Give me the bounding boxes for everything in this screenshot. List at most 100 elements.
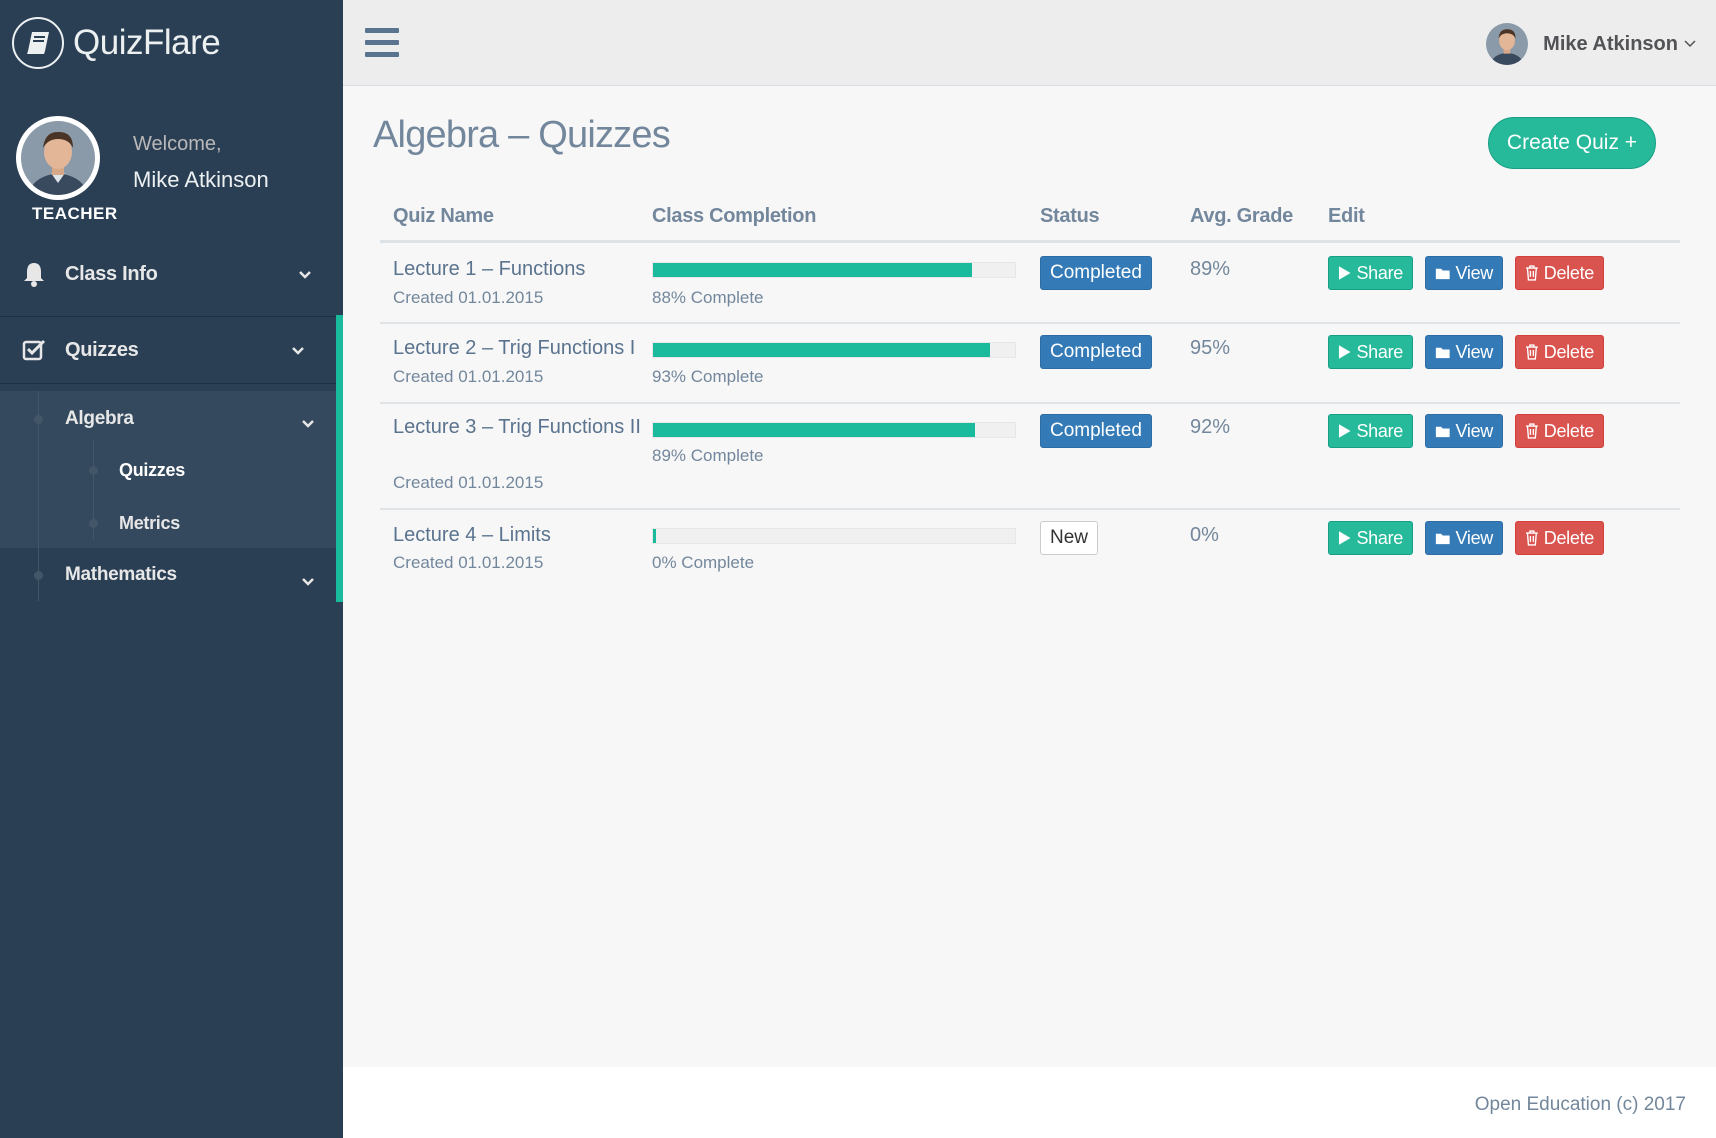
view-label: View [1455, 262, 1494, 283]
sidebar: QuizFlare Welcome, Mike Atkinson TEACHER… [0, 0, 343, 1138]
menu-class-info[interactable]: Class Info [0, 244, 343, 304]
share-label: Share [1356, 527, 1403, 548]
topbar: Mike Atkinson [343, 0, 1716, 86]
share-button[interactable]: Share [1328, 335, 1413, 369]
view-label: View [1455, 527, 1494, 548]
delete-label: Delete [1543, 527, 1595, 548]
page-title: Algebra – Quizzes [373, 114, 671, 156]
completion-progress-bar [652, 262, 1016, 278]
quiz-name[interactable]: Lecture 1 – Functions [393, 256, 643, 283]
book-icon [12, 17, 64, 69]
share-label: Share [1356, 420, 1403, 441]
view-button[interactable]: View [1425, 521, 1503, 555]
share-label: Share [1356, 262, 1403, 283]
quiz-name[interactable]: Lecture 3 – Trig Functions II [393, 414, 643, 441]
folder-icon [1435, 533, 1450, 544]
progress-fill [653, 343, 990, 357]
completion-text: 93% Complete [652, 367, 764, 386]
sidebar-item-mathematics[interactable]: Mathematics [65, 564, 177, 586]
progress-fill [653, 529, 656, 543]
delete-button[interactable]: Delete [1515, 335, 1604, 369]
menu-quizzes-label: Quizzes [65, 338, 139, 361]
share-label: Share [1356, 341, 1403, 362]
view-button[interactable]: View [1425, 414, 1503, 448]
profile-role: TEACHER [32, 204, 118, 223]
avatar [1486, 23, 1529, 65]
profile-name: Mike Atkinson [133, 167, 269, 192]
brand-name: QuizFlare [73, 23, 221, 62]
play-icon [1338, 345, 1351, 359]
chevron-down-icon [301, 574, 315, 592]
avg-grade: 92% [1190, 416, 1231, 438]
quiz-name[interactable]: Lecture 2 – Trig Functions I [393, 335, 643, 362]
chevron-down-icon [1684, 35, 1696, 53]
row-divider [380, 322, 1680, 324]
quiz-created-date: Created 01.01.2015 [393, 288, 544, 307]
share-button[interactable]: Share [1328, 521, 1413, 555]
welcome-text: Welcome, [133, 133, 222, 155]
row-divider [380, 402, 1680, 404]
completion-progress-bar [652, 342, 1016, 358]
brand[interactable]: QuizFlare [12, 17, 221, 69]
column-header-class-completion[interactable]: Class Completion [652, 205, 816, 228]
completion-text: 0% Complete [652, 553, 755, 572]
profile-avatar [16, 116, 100, 200]
avg-grade: 89% [1190, 258, 1231, 280]
share-button[interactable]: Share [1328, 256, 1413, 290]
delete-button[interactable]: Delete [1515, 256, 1604, 290]
chevron-down-icon [301, 416, 315, 434]
folder-icon [1435, 426, 1450, 437]
delete-button[interactable]: Delete [1515, 521, 1604, 555]
status-badge: Completed [1040, 256, 1152, 290]
delete-label: Delete [1543, 262, 1595, 283]
play-icon [1338, 531, 1351, 545]
checkbox-icon [20, 336, 48, 364]
completion-text: 89% Complete [652, 446, 764, 465]
view-button[interactable]: View [1425, 335, 1503, 369]
tree-dot [34, 571, 43, 580]
column-header-quiz-name[interactable]: Quiz Name [393, 205, 494, 228]
status-badge: Completed [1040, 335, 1152, 369]
share-button[interactable]: Share [1328, 414, 1413, 448]
trash-icon [1525, 530, 1538, 546]
view-label: View [1455, 341, 1494, 362]
quiz-created-date: Created 01.01.2015 [393, 553, 544, 572]
avg-grade: 95% [1190, 337, 1231, 359]
folder-icon [1435, 347, 1450, 358]
progress-fill [653, 263, 972, 277]
hamburger-icon[interactable] [365, 28, 399, 57]
bell-icon [20, 260, 48, 288]
sidebar-item-algebra-quizzes[interactable]: Quizzes [119, 460, 185, 481]
progress-fill [653, 423, 976, 437]
create-quiz-button[interactable]: Create Quiz + [1488, 117, 1656, 169]
active-indicator [336, 315, 343, 602]
completion-text: 88% Complete [652, 288, 764, 307]
menu-quizzes[interactable]: Quizzes [0, 316, 343, 384]
row-divider [380, 508, 1680, 510]
status-badge: Completed [1040, 414, 1152, 448]
quiz-name[interactable]: Lecture 4 – Limits [393, 522, 643, 549]
status-badge: New [1040, 521, 1099, 555]
chevron-down-icon [291, 339, 305, 362]
avg-grade: 0% [1190, 524, 1219, 546]
quiz-created-date: Created 01.01.2015 [393, 473, 544, 492]
delete-button[interactable]: Delete [1515, 414, 1604, 448]
delete-label: Delete [1543, 420, 1595, 441]
column-header-edit: Edit [1328, 205, 1365, 227]
play-icon [1338, 424, 1351, 438]
view-button[interactable]: View [1425, 256, 1503, 290]
completion-progress-bar [652, 528, 1016, 544]
trash-icon [1525, 423, 1538, 439]
play-icon [1338, 266, 1351, 280]
sidebar-item-algebra-metrics[interactable]: Metrics [119, 513, 180, 534]
footer: Open Education (c) 2017 [343, 1067, 1716, 1138]
completion-progress-bar [652, 422, 1016, 438]
folder-icon [1435, 268, 1450, 279]
sidebar-item-algebra[interactable]: Algebra [65, 408, 134, 430]
user-menu[interactable]: Mike Atkinson [1486, 23, 1696, 65]
column-header-avg-grade[interactable]: Avg. Grade [1190, 205, 1293, 228]
column-header-status[interactable]: Status [1040, 205, 1100, 228]
delete-label: Delete [1543, 341, 1595, 362]
trash-icon [1525, 344, 1538, 360]
quiz-created-date: Created 01.01.2015 [393, 367, 544, 386]
